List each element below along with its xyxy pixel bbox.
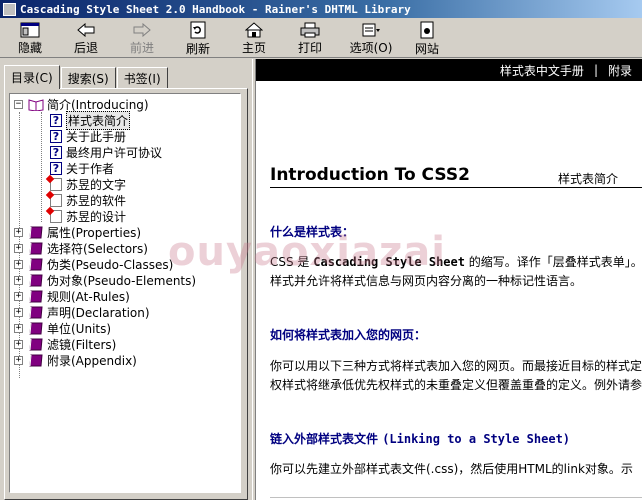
closed-book-icon [29,290,43,302]
collapse-icon[interactable]: − [14,99,23,109]
title-bar: Cascading Style Sheet 2.0 Handbook - Rai… [0,0,642,18]
nav-separator: | [593,63,598,77]
website-button[interactable]: 网站 [404,18,450,56]
nav-tabs: 目录(C) 搜索(S) 书签(I) [4,65,169,89]
tab-contents[interactable]: 目录(C) [4,65,60,89]
section-heading-linking: 链入外部样式表文件 (Linking to a Style Sheet) [270,432,571,446]
back-arrow-icon [76,21,96,38]
closed-book-icon [29,322,43,334]
refresh-button[interactable]: 刷新 [170,18,226,56]
app-icon [3,2,16,16]
paragraph-what-is-css: CSS 是 Cascading Style Sheet 的缩写。译作「层叠样式表… [270,255,642,269]
expand-icon[interactable]: + [14,291,23,301]
content-pane: 样式表中文手册 | 附录 Introduction To CSS2 样式表简介 … [256,59,642,500]
toolbar: 隐藏 后退 前进 刷新 主页 打印 选项(O) 网站 [0,18,642,58]
options-icon [361,21,381,38]
section-heading-what-is-css: 什么是样式表： [270,225,355,239]
tree-node-filters[interactable]: + 滤镜(Filters) [14,336,116,352]
hide-icon [20,21,40,38]
section-divider [270,497,642,498]
print-button[interactable]: 打印 [282,18,338,56]
closed-book-icon [29,258,43,270]
breadcrumb: 样式表简介 [558,172,619,186]
tree-node-selectors[interactable]: + 选择符(Selectors) [14,240,148,256]
expand-icon[interactable]: + [14,307,23,317]
help-topic-icon: ? [50,145,62,159]
section-heading-how-to-add: 如何将样式表加入您的网页： [270,328,427,342]
title-divider [270,187,642,188]
expand-icon[interactable]: + [14,355,23,365]
tree-node-software[interactable]: 苏昱的软件 [50,192,126,208]
help-topic-icon: ? [50,161,62,175]
closed-book-icon [29,242,43,254]
closed-book-icon [29,306,43,318]
tree-frame: − 简介(Introducing) ? 样式表简介 ? 关于此手册 ? 最终用户… [4,88,248,500]
tree-node-about-author[interactable]: ? 关于作者 [50,160,114,176]
hide-button[interactable]: 隐藏 [2,18,58,56]
tree-line [41,112,42,222]
closed-book-icon [29,274,43,286]
back-button[interactable]: 后退 [58,18,114,56]
forward-arrow-icon [132,21,152,38]
tab-search[interactable]: 搜索(S) [60,67,116,89]
closed-book-icon [29,226,43,238]
tree-node-css-intro[interactable]: ? 样式表简介 [50,110,131,130]
doc-nav-bar: 样式表中文手册 | 附录 [256,59,642,81]
help-topic-icon: ? [50,113,62,127]
tree-node-pseudo-elements[interactable]: + 伪对象(Pseudo-Elements) [14,272,196,288]
options-button[interactable]: 选项(O) [338,18,404,56]
linked-page-icon [50,193,62,207]
tab-bookmarks[interactable]: 书签(I) [116,67,168,89]
website-icon [417,21,437,39]
help-topic-icon: ? [50,129,62,143]
tree-node-design[interactable]: 苏昱的设计 [50,208,126,224]
window-title: Cascading Style Sheet 2.0 Handbook - Rai… [20,2,411,16]
expand-icon[interactable]: + [14,227,23,237]
page-title: Introduction To CSS2 [270,165,470,185]
closed-book-icon [29,354,43,366]
contents-tree[interactable]: − 简介(Introducing) ? 样式表简介 ? 关于此手册 ? 最终用户… [9,93,241,493]
expand-icon[interactable]: + [14,259,23,269]
linked-page-icon [50,209,62,223]
tree-node-units[interactable]: + 单位(Units) [14,320,111,336]
paragraph-what-is-css-cont: 样式并允许将样式信息与网页内容分离的一种标记性语言。 [270,274,583,288]
nav-link-manual[interactable]: 样式表中文手册 [500,62,584,79]
tree-node-properties[interactable]: + 属性(Properties) [14,224,141,240]
linked-page-icon [50,177,62,191]
expand-icon[interactable]: + [14,323,23,333]
home-button[interactable]: 主页 [226,18,282,56]
open-book-icon [28,98,44,111]
paragraph-linking: 你可以先建立外部样式表文件(.css)，然后使用HTML的link对象。示 [270,462,633,476]
tree-node-appendix[interactable]: + 附录(Appendix) [14,352,137,368]
home-icon [244,21,264,38]
paragraph-how-to-add-cont: 权样式将继承低优先权样式的未重叠定义但覆盖重叠的定义。例外请参 [270,378,642,392]
navigation-pane: 目录(C) 搜索(S) 书签(I) − 简介(Introducing) ? 样式… [0,59,252,500]
forward-button[interactable]: 前进 [114,18,170,56]
paragraph-how-to-add: 你可以用以下三种方式将样式表加入您的网页。而最接近目标的样式定 [270,359,642,373]
tree-node-about-manual[interactable]: ? 关于此手册 [50,128,126,144]
closed-book-icon [29,338,43,350]
nav-link-appendix[interactable]: 附录 [608,62,632,79]
tree-node-declaration[interactable]: + 声明(Declaration) [14,304,150,320]
tree-node-text[interactable]: 苏昱的文字 [50,176,126,192]
printer-icon [300,21,320,38]
tree-node-at-rules[interactable]: + 规则(At-Rules) [14,288,130,304]
expand-icon[interactable]: + [14,243,23,253]
expand-icon[interactable]: + [14,339,23,349]
tree-node-license[interactable]: ? 最终用户许可协议 [50,144,162,160]
refresh-icon [188,21,208,39]
expand-icon[interactable]: + [14,275,23,285]
tree-node-pseudo-classes[interactable]: + 伪类(Pseudo-Classes) [14,256,173,272]
